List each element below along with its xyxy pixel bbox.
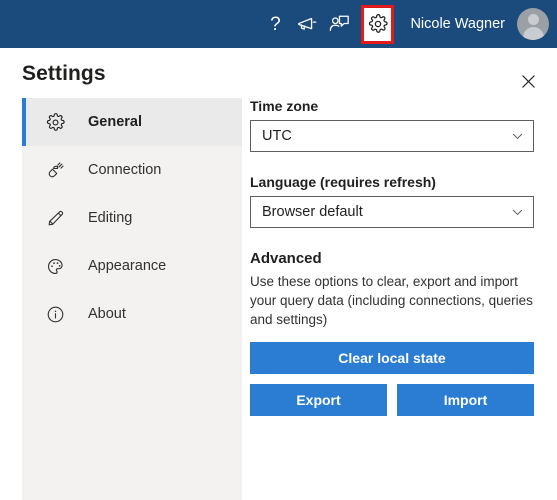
language-value: Browser default bbox=[262, 204, 363, 220]
avatar[interactable] bbox=[517, 8, 549, 40]
language-select[interactable]: Browser default bbox=[250, 196, 534, 228]
settings-gear-button[interactable] bbox=[361, 4, 395, 44]
megaphone-icon-glyph bbox=[298, 17, 317, 30]
gear-icon bbox=[44, 111, 66, 133]
sidebar-item-connection[interactable]: Connection bbox=[22, 146, 242, 194]
timezone-select[interactable]: UTC bbox=[250, 120, 534, 152]
avatar-body bbox=[522, 27, 544, 40]
sidebar-item-label: About bbox=[88, 306, 126, 322]
sidebar-item-label: Connection bbox=[88, 162, 162, 178]
feedback-icon[interactable] bbox=[323, 5, 355, 43]
plug-icon bbox=[44, 159, 66, 181]
close-icon bbox=[521, 74, 535, 88]
gear-icon bbox=[368, 14, 388, 33]
export-button[interactable]: Export bbox=[250, 384, 387, 417]
sidebar-item-label: Appearance bbox=[88, 258, 167, 274]
import-button[interactable]: Import bbox=[397, 384, 534, 417]
info-icon bbox=[44, 303, 66, 325]
chevron-down-icon bbox=[511, 130, 524, 143]
sidebar-item-about[interactable]: About bbox=[22, 290, 242, 338]
settings-sidebar: General Connection Editing Appearance Ab… bbox=[22, 98, 242, 500]
megaphone-icon[interactable] bbox=[291, 5, 323, 43]
advanced-heading: Advanced bbox=[250, 250, 322, 267]
sidebar-item-general[interactable]: General bbox=[22, 98, 242, 146]
feedback-icon-glyph bbox=[330, 15, 350, 32]
sidebar-item-appearance[interactable]: Appearance bbox=[22, 242, 242, 290]
palette-icon bbox=[44, 255, 66, 277]
timezone-value: UTC bbox=[262, 128, 292, 144]
pencil-icon bbox=[44, 207, 66, 229]
help-icon-glyph: ? bbox=[270, 13, 281, 35]
close-button[interactable] bbox=[515, 68, 541, 94]
avatar-head bbox=[527, 14, 539, 25]
export-import-row: Export Import bbox=[250, 384, 534, 417]
page-title: Settings bbox=[22, 62, 106, 85]
language-label: Language (requires refresh) bbox=[250, 174, 436, 190]
sidebar-item-editing[interactable]: Editing bbox=[22, 194, 242, 242]
timezone-label: Time zone bbox=[250, 98, 319, 114]
settings-content: Time zone UTC Language (requires refresh… bbox=[250, 98, 534, 417]
sidebar-item-label: Editing bbox=[88, 210, 133, 226]
top-navigation-bar: ? Nicole Wagner bbox=[0, 0, 557, 48]
help-icon[interactable]: ? bbox=[259, 5, 291, 43]
user-name-label: Nicole Wagner bbox=[410, 16, 505, 32]
advanced-description: Use these options to clear, export and i… bbox=[250, 274, 533, 328]
settings-panel: Settings General Connection Editing Appe… bbox=[0, 48, 557, 500]
sidebar-item-label: General bbox=[88, 114, 142, 130]
clear-local-state-button[interactable]: Clear local state bbox=[250, 342, 534, 375]
chevron-down-icon bbox=[511, 206, 524, 219]
